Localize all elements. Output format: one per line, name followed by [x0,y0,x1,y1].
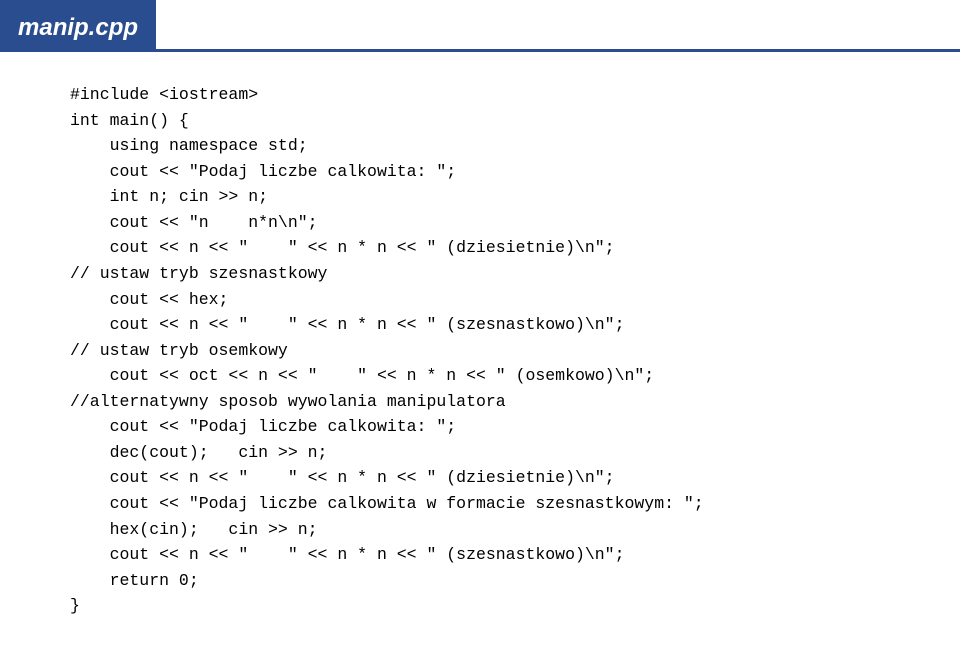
code-line: cout << n << " " << n * n << " (szesnast… [70,315,625,334]
code-line: // ustaw tryb osemkowy [70,341,288,360]
code-line: //alternatywny sposob wywolania manipula… [70,392,506,411]
code-line: int n; cin >> n; [70,187,268,206]
code-line: cout << hex; [70,290,228,309]
slide-header: manip.cpp [0,0,156,52]
code-line: cout << n << " " << n * n << " (dziesiet… [70,238,615,257]
code-line: hex(cin); cin >> n; [70,520,318,539]
code-line: #include <iostream> [70,85,258,104]
code-line: cout << "Podaj liczbe calkowita: "; [70,417,456,436]
code-line: cout << oct << n << " " << n * n << " (o… [70,366,654,385]
code-line: int main() { [70,111,189,130]
code-line: using namespace std; [70,136,308,155]
code-line: dec(cout); cin >> n; [70,443,327,462]
code-line: cout << "Podaj liczbe calkowita: "; [70,162,456,181]
code-line: // ustaw tryb szesnastkowy [70,264,327,283]
code-line: cout << "n n*n\n"; [70,213,318,232]
code-line: return 0; [70,571,199,590]
code-line: cout << n << " " << n * n << " (dziesiet… [70,468,615,487]
code-listing: #include <iostream> int main() { using n… [0,52,960,619]
code-line: } [70,596,80,615]
code-line: cout << n << " " << n * n << " (szesnast… [70,545,625,564]
code-line: cout << "Podaj liczbe calkowita w formac… [70,494,704,513]
slide-title: manip.cpp [18,14,138,41]
